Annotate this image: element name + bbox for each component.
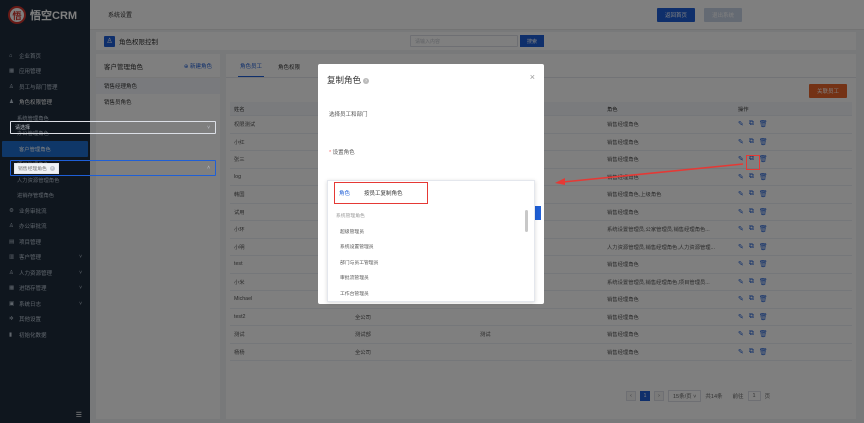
dialog-confirm-button[interactable] bbox=[535, 206, 541, 220]
dropdown-option[interactable]: 系统设置管理员 bbox=[328, 239, 528, 255]
dropdown-option[interactable]: 工作台管理员 bbox=[328, 286, 528, 302]
employee-dept-select[interactable]: 请选择 ˅ bbox=[10, 121, 216, 134]
dropdown-option[interactable]: 审批流管理员 bbox=[328, 270, 528, 286]
chevron-up-icon: ˄ bbox=[207, 165, 210, 171]
chevron-down-icon: ˅ bbox=[207, 125, 210, 131]
role-label: * 设置角色 bbox=[329, 148, 355, 156]
dropdown-options: 超级管理员 系统设置管理员 部门与员工管理员 审批流管理员 工作台管理员 bbox=[328, 224, 528, 302]
role-label-text: 设置角色 bbox=[332, 150, 355, 156]
role-select[interactable]: 销售经理角色 × ˄ bbox=[10, 160, 216, 176]
close-icon[interactable]: × bbox=[530, 72, 535, 82]
selected-role-tag: 销售经理角色 × bbox=[14, 162, 59, 174]
dropdown-tab-copy-by-employee[interactable]: 按员工复制角色 bbox=[364, 189, 403, 197]
required-mark: * bbox=[329, 150, 332, 156]
dropdown-group-label: 系统管理角色 bbox=[336, 214, 365, 220]
dialog-title: 复制角色? bbox=[327, 74, 370, 86]
help-icon[interactable]: ? bbox=[363, 77, 370, 84]
dropdown-tabs: 角色 按员工复制角色 bbox=[334, 182, 428, 204]
dialog-title-text: 复制角色 bbox=[327, 75, 362, 85]
dropdown-list: 系统管理角色 超级管理员 系统设置管理员 部门与员工管理员 审批流管理员 工作台管理员 bbox=[328, 208, 528, 301]
tag-close-icon[interactable]: × bbox=[49, 165, 55, 171]
employee-dept-label: 选择员工和部门 bbox=[329, 112, 368, 118]
app-root: 悟 悟空CRM ⌂企业首页▦应用管理♙员工与部门管理♟角色权限管理系统管理角色办… bbox=[0, 0, 864, 423]
tag-label: 销售经理角色 bbox=[18, 166, 47, 172]
dropdown-tab-roles[interactable]: 角色 bbox=[339, 189, 350, 197]
copy-button-highlight bbox=[746, 155, 760, 170]
dropdown-option[interactable]: 超级管理员 bbox=[328, 224, 528, 240]
employee-dept-placeholder: 请选择 bbox=[15, 125, 31, 131]
dropdown-option[interactable]: 部门与员工管理员 bbox=[328, 255, 528, 271]
dropdown-scrollbar[interactable] bbox=[525, 210, 528, 232]
